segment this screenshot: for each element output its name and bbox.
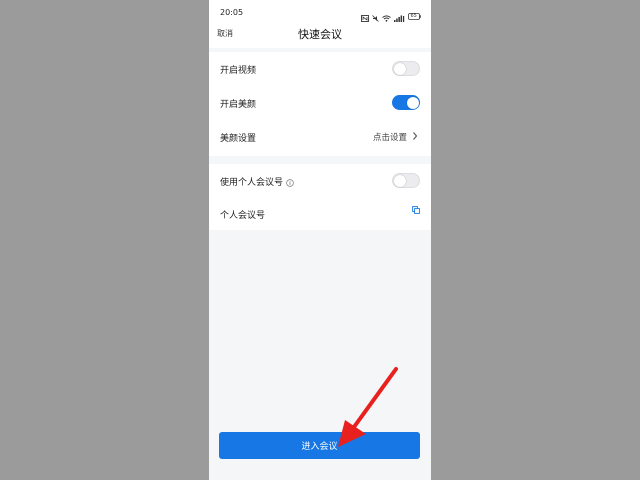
enable-beauty-toggle[interactable] xyxy=(392,95,420,110)
use-personal-id-label: 使用个人会议号 xyxy=(220,178,284,188)
settings-group-1: 开启视频 开启美颜 美颜设置 点击设置 xyxy=(209,52,431,156)
enable-video-toggle[interactable] xyxy=(392,61,420,76)
page-title: 快速会议 xyxy=(298,28,342,41)
enter-meeting-button[interactable]: 进入会议 xyxy=(219,432,420,459)
info-icon[interactable] xyxy=(286,178,294,187)
copy-icon[interactable] xyxy=(412,206,420,214)
enable-beauty-label: 开启美颜 xyxy=(220,100,257,110)
chevron-right-icon xyxy=(413,132,418,140)
status-bar: 20:05 65 xyxy=(209,0,431,22)
personal-id-label: 个人会议号 xyxy=(220,211,266,221)
toggle-knob xyxy=(406,96,419,109)
toggle-knob xyxy=(394,62,406,75)
toggle-knob xyxy=(394,174,406,187)
settings-group-2: 使用个人会议号 个人会议号 xyxy=(209,164,431,230)
beauty-settings-value: 点击设置 xyxy=(372,133,407,143)
beauty-settings-label: 美颜设置 xyxy=(220,134,257,144)
use-personal-id-toggle[interactable] xyxy=(392,173,420,188)
setting-row-enable-video: 开启视频 xyxy=(209,52,431,86)
enable-video-label: 开启视频 xyxy=(220,66,257,76)
battery-icon: 65 xyxy=(408,13,421,20)
status-time: 20:05 xyxy=(220,8,244,17)
use-personal-id-label-wrap: 使用个人会议号 xyxy=(220,175,294,188)
battery-level: 65 xyxy=(410,13,417,19)
nav-header: 取消 快速会议 xyxy=(209,22,431,48)
phone-screen: 20:05 65 取消 快速会议 开启视频 开启美颜 美颜设置 点击设置 使用个… xyxy=(209,0,431,480)
setting-row-beauty-settings[interactable]: 美颜设置 点击设置 xyxy=(209,120,431,154)
setting-row-use-personal-id: 使用个人会议号 xyxy=(209,164,431,198)
setting-row-personal-id: 个人会议号 xyxy=(209,197,431,231)
setting-row-enable-beauty: 开启美颜 xyxy=(209,86,431,120)
